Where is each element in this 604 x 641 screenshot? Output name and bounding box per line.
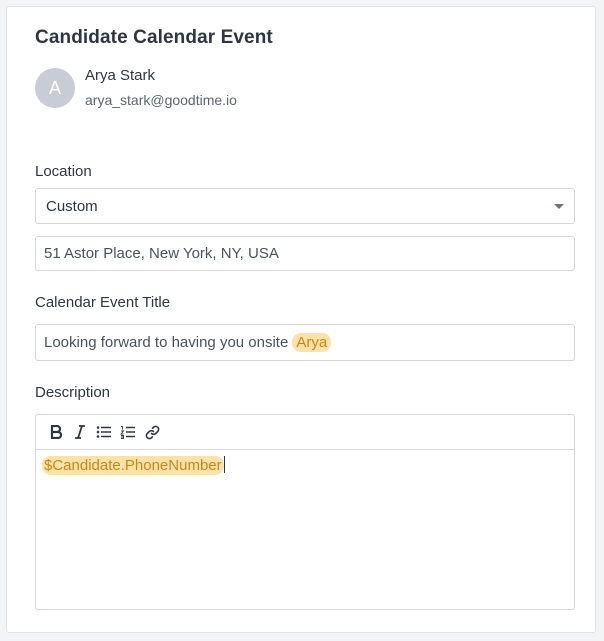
address-input[interactable]: 51 Astor Place, New York, NY, USA [35,236,575,271]
bold-icon[interactable] [45,421,67,443]
calendar-event-panel: Candidate Calendar Event A Arya Stark ar… [6,6,596,633]
user-name: Arya Stark [85,67,156,84]
description-editor[interactable]: $Candidate.PhoneNumber [35,414,575,610]
numbered-list-icon[interactable] [117,421,139,443]
location-select-value: Custom [46,197,98,215]
editor-toolbar [36,415,574,450]
caret-down-icon [554,204,564,209]
avatar: A [35,68,75,108]
address-value: 51 Astor Place, New York, NY, USA [44,245,279,262]
user-email: arya_stark@goodtime.io [85,92,237,108]
phone-number-token: $Candidate.PhoneNumber [42,456,224,475]
location-select[interactable]: Custom [35,188,575,224]
link-icon[interactable] [141,421,163,443]
candidate-name-token: Arya [292,333,332,352]
description-label: Description [35,384,111,401]
event-title-input[interactable]: Looking forward to having you onsite Ary… [35,324,575,361]
text-cursor [223,456,225,473]
event-title-text: Looking forward to having you onsite [44,334,289,351]
italic-icon[interactable] [69,421,91,443]
panel-title: Candidate Calendar Event [35,27,273,48]
bulleted-list-icon[interactable] [93,421,115,443]
event-title-label: Calendar Event Title [35,294,171,311]
location-label: Location [35,163,92,180]
editor-content[interactable]: $Candidate.PhoneNumber [36,450,574,480]
